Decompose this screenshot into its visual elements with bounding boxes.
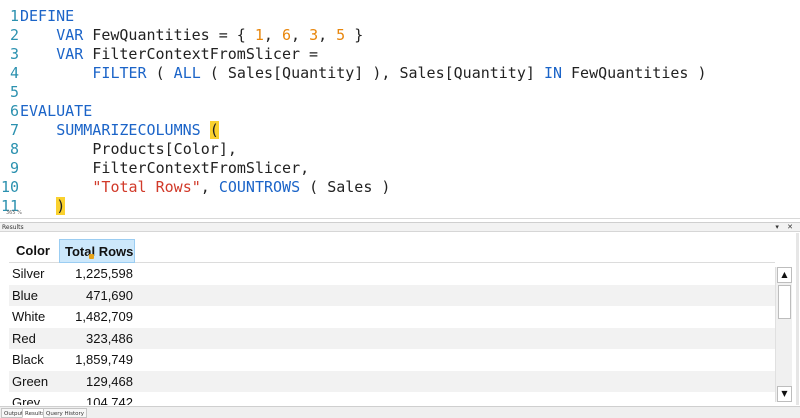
code-token: ( Sales[Quantity] ), Sales[Quantity] (200, 64, 544, 82)
scroll-up-icon[interactable]: ▲ (777, 267, 792, 283)
code-token: , (263, 26, 282, 44)
scrollbar-thumb[interactable] (778, 285, 791, 319)
code-text: VAR FilterContextFromSlicer = (20, 45, 318, 64)
cell-total-rows: 104,742 (86, 395, 133, 405)
code-token: Products[Color], (92, 140, 237, 158)
keyword-token: SUMMARIZECOLUMNS (56, 121, 201, 139)
bottom-tab-bar: Output Results Query History (0, 406, 800, 418)
results-grid[interactable]: Color Total Rows Silver 1,225,598 Blue 471,… (0, 233, 800, 405)
line-number: 10 (0, 178, 19, 196)
grid-right-edge (796, 233, 799, 405)
table-row[interactable]: Grey 104,742 (9, 392, 775, 405)
line-number: 2 (9, 26, 19, 44)
cell-total-rows: 323,486 (86, 330, 133, 346)
keyword-token: FILTER (92, 64, 147, 82)
keyword-token: IN (543, 64, 562, 82)
line-number: 6 (9, 102, 19, 120)
code-token: , (291, 26, 310, 44)
table-row[interactable]: White 1,482,709 (9, 306, 775, 328)
grid-header-row: Color Total Rows (9, 239, 775, 263)
editor-divider (0, 218, 800, 219)
number-token: 3 (309, 26, 319, 44)
code-text: DEFINE (20, 7, 74, 26)
keyword-token: COUNTROWS (218, 178, 301, 196)
code-text: SUMMARIZECOLUMNS ( (20, 121, 219, 140)
code-token: } (345, 26, 364, 44)
code-text: VAR FewQuantities = { 1, 6, 3, 5 } (20, 26, 363, 45)
column-header-total-rows[interactable]: Total Rows (59, 239, 135, 263)
table-row[interactable]: Red 323,486 (9, 327, 775, 349)
results-pane-header: Results ▾ ✕ (0, 222, 800, 232)
code-text: FilterContextFromSlicer, (20, 159, 309, 178)
keyword-token: EVALUATE (20, 102, 93, 120)
cell-color: Blue (12, 287, 39, 303)
code-token: , (200, 178, 219, 196)
code-token: FewQuantities = { (83, 26, 255, 44)
table-row[interactable]: Blue 471,690 (9, 284, 775, 306)
mouse-cursor-icon (89, 254, 94, 259)
results-pane-title: Results (2, 224, 24, 231)
vertical-scrollbar[interactable]: ▲ ▼ (775, 267, 792, 402)
cell-color: Silver (12, 266, 45, 281)
line-number: 5 (9, 83, 19, 101)
cell-total-rows: 471,690 (86, 287, 133, 303)
cell-color: Grey (12, 395, 41, 405)
line-number: 3 (9, 45, 19, 63)
line-number: 7 (9, 121, 19, 139)
table-row[interactable]: Silver 1,225,598 (9, 263, 775, 285)
number-token: 1 (254, 26, 264, 44)
code-text: EVALUATE (20, 102, 92, 121)
pane-pin-close-icon[interactable]: ▾ ✕ (775, 223, 796, 232)
matched-paren-token: ) (56, 197, 66, 215)
cell-total-rows: 1,859,749 (75, 352, 133, 367)
line-number: 9 (9, 159, 19, 177)
column-header-color[interactable]: Color (9, 239, 59, 263)
code-token: FewQuantities ) (562, 64, 707, 82)
table-row[interactable]: Black 1,859,749 (9, 349, 775, 371)
keyword-token: VAR (56, 45, 84, 63)
code-token: , (318, 26, 337, 44)
code-text: Products[Color], (20, 140, 237, 159)
code-token: ( (146, 64, 174, 82)
cell-color: White (12, 309, 46, 324)
code-token: FilterContextFromSlicer, (92, 159, 310, 177)
number-token: 6 (281, 26, 291, 44)
scroll-down-icon[interactable]: ▼ (777, 386, 792, 402)
number-token: 5 (336, 26, 346, 44)
keyword-token: ALL (173, 64, 201, 82)
cell-total-rows: 1,482,709 (75, 309, 133, 324)
cell-color: Green (12, 373, 49, 389)
cell-color: Red (12, 330, 36, 346)
code-text: ) (20, 197, 66, 216)
zoom-level[interactable]: 365 % (6, 210, 22, 216)
line-number: 1 (9, 7, 19, 25)
string-token: "Total Rows" (92, 178, 201, 196)
cell-total-rows: 1,225,598 (75, 266, 133, 281)
table-row[interactable]: Green 129,468 (9, 370, 775, 392)
cell-total-rows: 129,468 (86, 373, 133, 389)
line-number: 8 (9, 140, 19, 158)
tab-query-history[interactable]: Query History (43, 408, 88, 418)
code-text: FILTER ( ALL ( Sales[Quantity] ), Sales[… (20, 64, 707, 83)
keyword-token: DEFINE (20, 7, 75, 25)
code-text: "Total Rows", COUNTROWS ( Sales ) (20, 178, 390, 197)
code-token: FilterContextFromSlicer = (83, 45, 319, 63)
matched-paren-token: ( (209, 121, 219, 139)
line-number: 4 (9, 64, 19, 82)
cell-color: Black (12, 352, 44, 367)
dax-query-editor[interactable]: 1 DEFINE 2 VAR FewQuantities = { 1, 6, 3, 5… (0, 0, 800, 215)
grid-rows: Silver 1,225,598 Blue 471,690 White 1,482,709… (9, 263, 775, 405)
keyword-token: VAR (56, 26, 84, 44)
code-token: ( Sales ) (300, 178, 391, 196)
